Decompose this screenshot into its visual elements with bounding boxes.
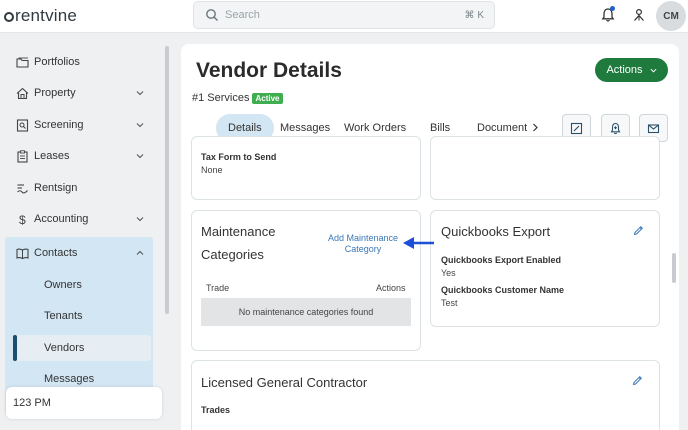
- logo-text: rentvine: [15, 6, 78, 25]
- chevron-down-icon: [136, 154, 144, 159]
- avatar[interactable]: CM: [656, 1, 686, 31]
- svg-text:$: $: [19, 213, 26, 226]
- sidebar: Portfolios Property Screening Leases Ren…: [0, 34, 172, 430]
- sidebar-subitem-owners[interactable]: Owners: [5, 272, 153, 298]
- main-scrollbar[interactable]: [672, 253, 676, 283]
- sidebar-item-accounting[interactable]: $ Accounting: [6, 206, 156, 232]
- chevron-right-icon[interactable]: [531, 123, 539, 132]
- column-header-actions: Actions: [376, 283, 406, 293]
- sidebar-scrollbar[interactable]: [165, 46, 169, 314]
- vendor-name: #1 Services Active: [192, 92, 283, 104]
- chevron-up-icon: [136, 250, 144, 255]
- signature-icon: [17, 183, 28, 194]
- status-badge: Active: [252, 92, 283, 104]
- actions-button-label: Actions: [606, 64, 643, 76]
- sidebar-subitem-tenants[interactable]: Tenants: [5, 303, 153, 329]
- tax-card: Tax Form to Send None: [191, 136, 421, 200]
- quickbooks-customer-label: Quickbooks Customer Name: [441, 285, 565, 295]
- clipboard-icon: [17, 149, 28, 163]
- actions-button[interactable]: Actions: [595, 58, 668, 82]
- sidebar-item-property[interactable]: Property: [6, 80, 156, 106]
- sidebar-item-leases[interactable]: Leases: [6, 143, 156, 169]
- edit-note-icon: [570, 122, 583, 134]
- rentvine-logo[interactable]: rentvine: [4, 6, 77, 26]
- time-box[interactable]: 123 PM: [6, 387, 162, 419]
- folder-icon: [16, 57, 29, 68]
- envelope-icon: [647, 123, 660, 133]
- quickbooks-enabled-label: Quickbooks Export Enabled: [441, 255, 562, 265]
- sidebar-item-label: Property: [34, 87, 76, 99]
- quickbooks-customer-value: Test: [441, 298, 458, 308]
- person-icon[interactable]: [632, 8, 646, 22]
- chevron-down-icon: [136, 123, 144, 128]
- chevron-down-icon: [650, 68, 657, 73]
- maintenance-categories-card: Maintenance Categories Add Maintenance C…: [191, 210, 421, 351]
- chevron-down-icon: [136, 217, 144, 222]
- dollar-icon: $: [19, 213, 26, 226]
- add-link-line1: Add Maintenance: [327, 233, 399, 243]
- page-title: Vendor Details: [196, 59, 342, 82]
- pencil-icon[interactable]: [633, 225, 644, 236]
- maintenance-title-line1: Maintenance: [201, 224, 276, 239]
- contractor-title: Licensed General Contractor: [201, 375, 368, 390]
- screening-icon: [16, 118, 29, 132]
- top-bar: rentvine Search ⌘ K CM: [0, 0, 688, 33]
- tax-form-value: None: [201, 165, 223, 175]
- sidebar-item-label: Screening: [34, 119, 84, 131]
- sidebar-item-contacts[interactable]: Contacts: [6, 240, 153, 266]
- search-icon: [206, 9, 218, 21]
- sidebar-item-label: Accounting: [34, 213, 89, 225]
- sidebar-subitem-vendors[interactable]: Vendors: [13, 335, 151, 361]
- sidebar-item-screening[interactable]: Screening: [6, 112, 156, 138]
- bell-plus-icon: [610, 122, 621, 134]
- house-icon: [16, 87, 29, 99]
- pencil-icon[interactable]: [632, 375, 643, 386]
- tax-form-label: Tax Form to Send: [201, 152, 277, 162]
- book-icon: [16, 248, 29, 259]
- sidebar-item-rentsign[interactable]: Rentsign: [6, 175, 156, 201]
- search-shortcut: ⌘ K: [464, 9, 484, 21]
- search-placeholder: Search: [225, 9, 260, 21]
- add-link-line2: Category: [344, 244, 382, 254]
- vendor-name-text: #1 Services: [192, 92, 250, 104]
- trades-label: Trades: [201, 405, 231, 415]
- sidebar-item-label: Rentsign: [34, 182, 78, 194]
- chevron-down-icon: [136, 91, 144, 96]
- search-input[interactable]: Search ⌘ K: [193, 1, 495, 29]
- quickbooks-export-card: Quickbooks Export Quickbooks Export Enab…: [430, 210, 660, 327]
- sidebar-item-label: Portfolios: [34, 56, 80, 68]
- logo-mark-icon: [4, 12, 14, 22]
- notification-dot: [610, 6, 615, 11]
- empty-table-row: No maintenance categories found: [201, 298, 411, 326]
- sidebar-item-portfolios[interactable]: Portfolios: [6, 49, 156, 75]
- column-header-trade: Trade: [206, 283, 230, 293]
- maintenance-title-line2: Categories: [201, 247, 264, 262]
- quickbooks-title: Quickbooks Export: [441, 224, 551, 239]
- sidebar-item-label: Leases: [34, 150, 70, 162]
- sidebar-item-label: Contacts: [34, 247, 78, 259]
- licensed-contractor-card: Licensed General Contractor Trades: [191, 360, 660, 430]
- info-card: [430, 136, 660, 200]
- quickbooks-enabled-value: Yes: [441, 268, 456, 278]
- arrow-left-icon: [403, 237, 434, 249]
- add-maintenance-category-link[interactable]: Add Maintenance Category: [325, 233, 401, 255]
